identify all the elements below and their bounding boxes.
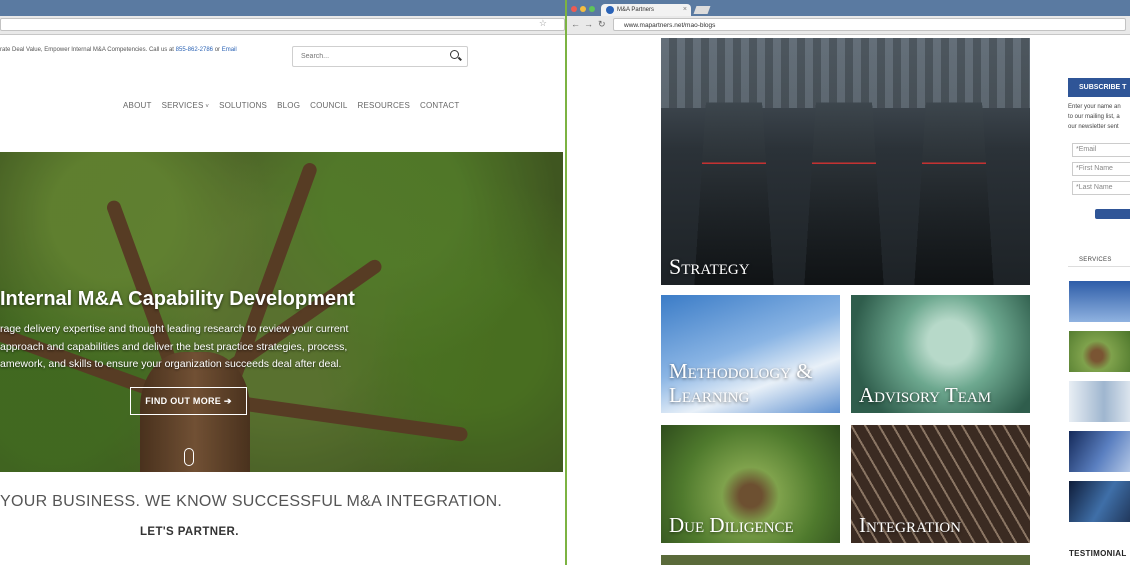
nav-about[interactable]: ABOUT bbox=[123, 101, 152, 110]
tile-methodology-learning[interactable]: Methodology & Learning bbox=[661, 295, 840, 413]
ceiling-lights bbox=[661, 38, 1030, 108]
site-favicon-icon bbox=[606, 6, 614, 14]
url-text: www.mapartners.net/mao-blogs bbox=[624, 22, 716, 29]
tile-advisory-team[interactable]: Advisory Team bbox=[851, 295, 1030, 413]
left-browser-window: ☆ rate Deal Value, Empower Internal M&A … bbox=[0, 0, 565, 565]
subscribe-line: Enter your name an bbox=[1068, 104, 1121, 110]
or-text: or bbox=[214, 47, 221, 53]
nav-services[interactable]: SERVICES ˅ bbox=[162, 101, 210, 110]
new-tab-button[interactable] bbox=[693, 6, 711, 14]
reload-icon[interactable]: ↻ bbox=[598, 19, 606, 30]
left-title-bar bbox=[0, 0, 565, 16]
back-icon[interactable]: ← bbox=[571, 19, 580, 30]
tagline: YOUR BUSINESS. WE KNOW SUCCESSFUL M&A IN… bbox=[0, 493, 503, 510]
nav-blog[interactable]: BLOG bbox=[277, 101, 300, 110]
testimonials-heading: TESTIMONIAL bbox=[1069, 549, 1127, 558]
maximize-window-icon[interactable] bbox=[589, 6, 595, 12]
chevron-down-icon: ˅ bbox=[203, 104, 210, 110]
service-thumbnail[interactable] bbox=[1069, 281, 1130, 322]
service-thumbnail[interactable] bbox=[1069, 431, 1130, 472]
nav-services-label: SERVICES bbox=[161, 101, 204, 110]
tile-label: Advisory Team bbox=[859, 383, 992, 407]
service-thumbnail[interactable] bbox=[1069, 481, 1130, 522]
bookmark-star-icon[interactable]: ☆ bbox=[539, 18, 547, 29]
contact-text: rate Deal Value, Empower Internal M&A Co… bbox=[0, 47, 174, 53]
service-thumbnail[interactable] bbox=[1069, 331, 1130, 372]
arrow-right-icon: ➔ bbox=[223, 396, 232, 406]
close-window-icon[interactable] bbox=[571, 6, 577, 12]
phone-link[interactable]: 855-862-2786 bbox=[176, 47, 213, 53]
right-url-field[interactable]: www.mapartners.net/mao-blogs bbox=[613, 18, 1126, 31]
forward-icon[interactable]: → bbox=[584, 19, 593, 30]
tile-label: Methodology & Learning bbox=[669, 359, 813, 407]
nav-solutions[interactable]: SOLUTIONS bbox=[219, 101, 267, 110]
subscribe-line: our newsletter sent bbox=[1068, 124, 1119, 130]
hero-banner bbox=[0, 152, 563, 472]
find-out-more-button[interactable]: FIND OUT MORE ➔ bbox=[130, 387, 247, 415]
lets-partner-heading: LET'S PARTNER. bbox=[140, 526, 239, 538]
nav-council[interactable]: COUNCIL bbox=[310, 101, 347, 110]
tile-integration[interactable]: Integration bbox=[851, 425, 1030, 543]
subscribe-line: to our mailing list, a bbox=[1068, 114, 1120, 120]
first-name-field[interactable]: *First Name bbox=[1072, 162, 1130, 176]
hero-description: rage delivery expertise and thought lead… bbox=[0, 321, 420, 374]
tile-label-line: Learning bbox=[669, 383, 750, 407]
hero-line: rage delivery expertise and thought lead… bbox=[0, 323, 349, 335]
subscribe-description: Enter your name an to our mailing list, … bbox=[1068, 102, 1130, 132]
last-name-field[interactable]: *Last Name bbox=[1072, 181, 1130, 195]
site-search bbox=[292, 46, 468, 67]
right-browser-window: M&A Partners × ← → ↻ www.mapartners.net/… bbox=[567, 0, 1130, 565]
main-nav: ABOUT SERVICES ˅ SOLUTIONS BLOG COUNCIL … bbox=[123, 101, 460, 110]
right-address-bar: ← → ↻ www.mapartners.net/mao-blogs bbox=[567, 16, 1130, 35]
left-url-field[interactable] bbox=[0, 18, 565, 31]
nav-contact[interactable]: CONTACT bbox=[420, 101, 459, 110]
tile-label: Strategy bbox=[669, 254, 750, 279]
divider bbox=[1068, 266, 1130, 267]
tile-due-diligence[interactable]: Due Diligence bbox=[661, 425, 840, 543]
left-address-bar: ☆ bbox=[0, 16, 565, 35]
tile-strategy[interactable]: Strategy bbox=[661, 38, 1030, 285]
email-link[interactable]: Email bbox=[222, 47, 237, 53]
service-thumbnail[interactable] bbox=[1069, 381, 1130, 422]
hero-overlay bbox=[0, 152, 563, 472]
close-tab-icon[interactable]: × bbox=[683, 4, 687, 16]
browser-tab[interactable]: M&A Partners × bbox=[601, 4, 691, 16]
subscribe-button[interactable] bbox=[1095, 209, 1130, 219]
tile-label: Due Diligence bbox=[669, 513, 794, 537]
search-icon[interactable] bbox=[450, 50, 459, 59]
escalator-image bbox=[914, 102, 994, 285]
tab-title: M&A Partners bbox=[617, 7, 655, 13]
nav-resources[interactable]: RESOURCES bbox=[358, 101, 410, 110]
scroll-mouse-icon[interactable] bbox=[184, 448, 194, 466]
hero-line: approach and capabilities and deliver th… bbox=[0, 340, 348, 353]
services-heading: SERVICES bbox=[1079, 257, 1112, 263]
minimize-window-icon[interactable] bbox=[580, 6, 586, 12]
email-field[interactable]: *Email bbox=[1072, 143, 1130, 157]
top-contact-line: rate Deal Value, Empower Internal M&A Co… bbox=[0, 47, 237, 53]
hero-title: Internal M&A Capability Development bbox=[0, 288, 355, 310]
right-title-bar: M&A Partners × bbox=[567, 0, 1130, 16]
tile-label: Integration bbox=[859, 513, 961, 537]
search-input[interactable] bbox=[299, 52, 443, 61]
hero-line: amework, and skills to ensure your organ… bbox=[0, 358, 342, 370]
tile-next-partial[interactable] bbox=[661, 555, 1030, 565]
escalator-image bbox=[804, 102, 884, 285]
subscribe-header: SUBSCRIBE T bbox=[1068, 78, 1130, 97]
tile-label-line: Methodology & bbox=[669, 359, 813, 383]
cta-label: FIND OUT MORE bbox=[145, 396, 222, 406]
